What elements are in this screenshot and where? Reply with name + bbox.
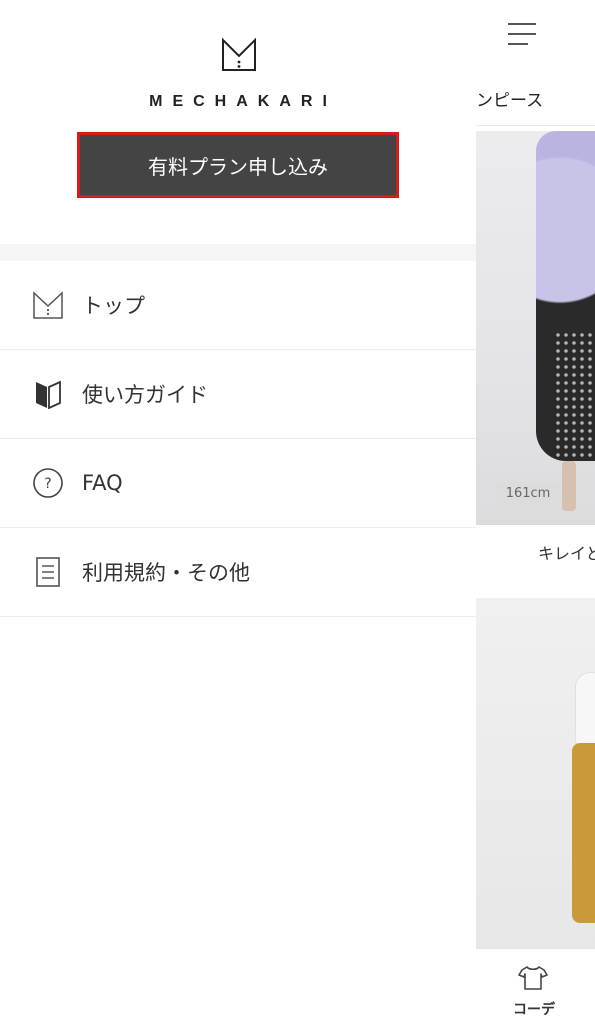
question-circle-icon: ? bbox=[32, 467, 64, 499]
book-icon bbox=[32, 378, 64, 410]
menu-item-label: 使い方ガイド bbox=[82, 383, 208, 407]
document-icon bbox=[32, 556, 64, 588]
blouse-sleeve bbox=[576, 673, 595, 753]
menu-item-faq[interactable]: ? FAQ bbox=[0, 439, 476, 528]
product-caption[interactable]: キレイど bbox=[538, 540, 595, 564]
bottom-nav-label[interactable]: コーデ bbox=[513, 999, 555, 1019]
background-page: ンピース 161cm キレイど コーデ bbox=[476, 0, 595, 1024]
brand-name: MECHAKARI bbox=[149, 93, 337, 110]
menu-item-terms[interactable]: 利用規約・その他 bbox=[0, 528, 476, 617]
box-icon bbox=[32, 289, 64, 321]
mechakari-logo-icon bbox=[222, 37, 256, 71]
tshirt-icon[interactable] bbox=[518, 965, 548, 991]
dress-pattern bbox=[554, 331, 595, 461]
menu-item-label: 利用規約・その他 bbox=[82, 561, 250, 585]
menu-item-label: FAQ bbox=[82, 471, 123, 495]
product-image[interactable] bbox=[476, 131, 595, 525]
menu-item-label: トップ bbox=[82, 294, 145, 318]
menu-item-guide[interactable]: 使い方ガイド bbox=[0, 350, 476, 439]
drawer-menu: トップ 使い方ガイド ? FAQ 利用規約・その他 bbox=[0, 261, 476, 617]
svg-text:?: ? bbox=[44, 476, 51, 492]
bottom-nav: コーデ bbox=[476, 948, 595, 1024]
skirt-shape bbox=[572, 743, 595, 923]
menu-item-top[interactable]: トップ bbox=[0, 261, 476, 350]
side-drawer: MECHAKARI 有料プラン申し込み トップ 使い方ガイド ? FAQ 利用規… bbox=[0, 0, 476, 1024]
paid-plan-button[interactable]: 有料プラン申し込み bbox=[77, 132, 399, 198]
section-separator bbox=[0, 244, 476, 261]
height-badge: 161cm bbox=[497, 482, 559, 505]
category-divider bbox=[476, 125, 595, 126]
hamburger-icon[interactable] bbox=[508, 22, 536, 46]
product-image[interactable] bbox=[476, 598, 595, 948]
category-tab[interactable]: ンピース bbox=[476, 86, 543, 111]
model-leg bbox=[562, 461, 576, 511]
